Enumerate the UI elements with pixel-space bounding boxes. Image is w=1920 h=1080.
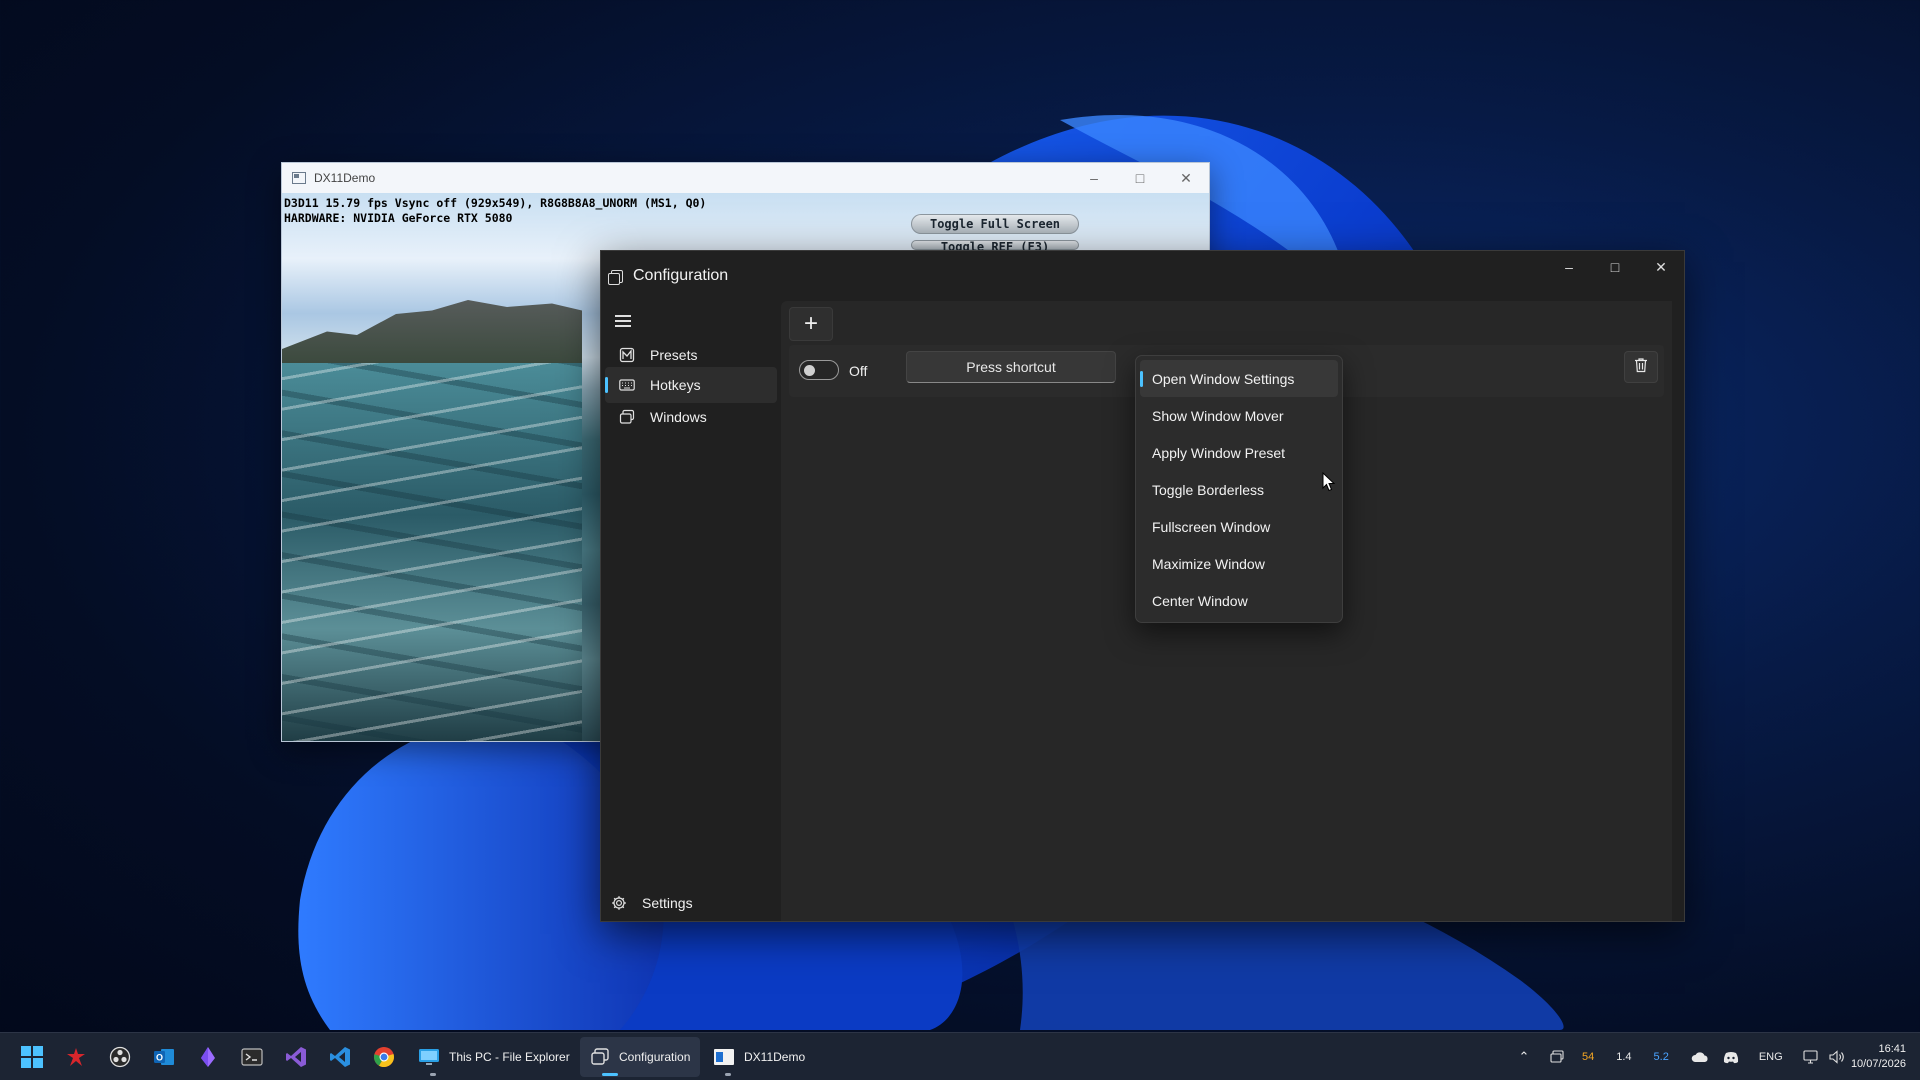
tray-value-3: 5.2 xyxy=(1653,1051,1669,1063)
nav-item-label: Windows xyxy=(650,409,707,425)
vscode-icon[interactable] xyxy=(326,1043,354,1071)
configuration-title: Configuration xyxy=(633,267,729,284)
action-dropdown-menu: Open Window Settings Show Window Mover A… xyxy=(1135,355,1343,623)
taskbar: O This PC - File Explorer Configuration … xyxy=(0,1032,1920,1080)
system-tray: ⌃ 54 1.4 5.2 ENG xyxy=(1512,1033,1845,1080)
system-clock[interactable]: 16:41 10/07/2026 xyxy=(1851,1042,1906,1072)
outlook-icon[interactable]: O xyxy=(150,1043,178,1071)
nav-item-label: Hotkeys xyxy=(650,377,701,393)
dx11demo-window-controls: – □ ✕ xyxy=(1071,163,1209,193)
menu-item-maximize-window[interactable]: Maximize Window xyxy=(1140,545,1338,582)
taskbar-app-label: DX11Demo xyxy=(744,1050,806,1064)
dx11demo-titlebar[interactable]: DX11Demo xyxy=(282,163,1209,193)
network-icon[interactable] xyxy=(1803,1050,1819,1064)
taskbar-app-label: Configuration xyxy=(619,1050,691,1064)
toggle-ref-button[interactable]: Toggle REF (F3) xyxy=(911,240,1079,250)
chevron-up-icon[interactable]: ⌃ xyxy=(1512,1049,1536,1065)
app-window-icon xyxy=(292,172,306,184)
nav-item-windows[interactable]: Windows xyxy=(605,399,777,435)
trash-icon xyxy=(1634,357,1648,378)
close-icon[interactable]: ✕ xyxy=(1163,163,1209,193)
minimize-icon[interactable]: – xyxy=(1071,163,1117,193)
maximize-icon[interactable]: □ xyxy=(1117,163,1163,193)
terminal-icon[interactable] xyxy=(238,1043,266,1071)
maximize-icon[interactable]: □ xyxy=(1592,251,1638,283)
taskbar-app-dx11demo[interactable]: DX11Demo xyxy=(703,1037,815,1077)
onedrive-icon[interactable] xyxy=(1691,1051,1709,1063)
taskbar-app-label: This PC - File Explorer xyxy=(449,1050,570,1064)
minimize-icon[interactable]: – xyxy=(1546,251,1592,283)
close-icon[interactable]: ✕ xyxy=(1638,251,1684,283)
windows-icon xyxy=(619,409,635,425)
stats-line-hardware: HARDWARE: NVIDIA GeForce RTX 5080 xyxy=(284,211,513,225)
menu-item-open-window-settings[interactable]: Open Window Settings xyxy=(1140,360,1338,397)
running-indicator xyxy=(725,1073,731,1076)
toggle-full-screen-button[interactable]: Toggle Full Screen xyxy=(911,214,1079,234)
plus-icon: + xyxy=(803,310,818,337)
nav-item-hotkeys[interactable]: Hotkeys xyxy=(605,367,777,403)
running-indicator xyxy=(430,1073,436,1076)
mountain-scene xyxy=(282,300,582,363)
clock-time: 16:41 xyxy=(1878,1043,1906,1055)
settings-label: Settings xyxy=(642,895,693,911)
presets-icon xyxy=(619,347,635,363)
toggle-knob xyxy=(804,365,815,376)
visual-studio-icon[interactable] xyxy=(282,1043,310,1071)
nav-item-settings[interactable]: Settings xyxy=(611,895,693,911)
chrome-icon[interactable] xyxy=(370,1043,398,1071)
stats-line-fps: D3D11 15.79 fps Vsync off (929x549), R8G… xyxy=(284,196,707,210)
clock-date: 10/07/2026 xyxy=(1850,1058,1906,1070)
delete-hotkey-button[interactable] xyxy=(1624,351,1658,383)
navigation-pane: Presets Hotkeys Windows Settings xyxy=(601,301,781,921)
configuration-titlebar[interactable]: Configuration xyxy=(601,251,1684,301)
taskbar-app-configuration[interactable]: Configuration xyxy=(580,1037,701,1077)
add-hotkey-button[interactable]: + xyxy=(789,307,833,341)
taskbar-app-file-explorer[interactable]: This PC - File Explorer xyxy=(408,1037,580,1077)
nav-item-label: Presets xyxy=(650,347,698,363)
keyboard-icon xyxy=(619,377,635,393)
red-app-icon[interactable] xyxy=(62,1043,90,1071)
menu-item-center-window[interactable]: Center Window xyxy=(1140,582,1338,619)
hamburger-menu-icon[interactable] xyxy=(615,315,631,327)
hotkey-enabled-toggle[interactable] xyxy=(799,360,839,380)
app-window-icon xyxy=(590,1047,610,1067)
monitor-icon xyxy=(418,1047,440,1067)
gem-app-icon[interactable] xyxy=(194,1043,222,1071)
shortcut-recorder-button[interactable]: Press shortcut xyxy=(906,351,1116,383)
dx11demo-title: DX11Demo xyxy=(314,171,376,185)
active-indicator xyxy=(602,1073,618,1076)
ocean-scene xyxy=(282,363,582,741)
taskview-icon[interactable] xyxy=(1550,1050,1564,1064)
obs-icon[interactable] xyxy=(106,1043,134,1071)
tray-value-2: 1.4 xyxy=(1616,1051,1632,1063)
dx-app-icon xyxy=(713,1047,735,1067)
gear-icon xyxy=(611,895,627,911)
svg-text:O: O xyxy=(156,1053,163,1063)
volume-icon[interactable] xyxy=(1829,1050,1845,1064)
menu-item-toggle-borderless[interactable]: Toggle Borderless xyxy=(1140,471,1338,508)
discord-icon[interactable] xyxy=(1723,1051,1739,1064)
configuration-window-controls: – □ ✕ xyxy=(1546,251,1684,283)
menu-item-apply-window-preset[interactable]: Apply Window Preset xyxy=(1140,434,1338,471)
tray-value-1: 54 xyxy=(1582,1051,1595,1063)
language-indicator[interactable]: ENG xyxy=(1759,1051,1783,1063)
mouse-cursor-icon xyxy=(1322,471,1336,497)
menu-item-fullscreen-window[interactable]: Fullscreen Window xyxy=(1140,508,1338,545)
menu-item-show-window-mover[interactable]: Show Window Mover xyxy=(1140,397,1338,434)
dx11demo-stats-overlay: D3D11 15.79 fps Vsync off (929x549), R8G… xyxy=(284,196,706,226)
start-windows-icon[interactable] xyxy=(18,1043,46,1071)
app-window-icon xyxy=(608,269,623,285)
toggle-state-label: Off xyxy=(849,363,868,379)
